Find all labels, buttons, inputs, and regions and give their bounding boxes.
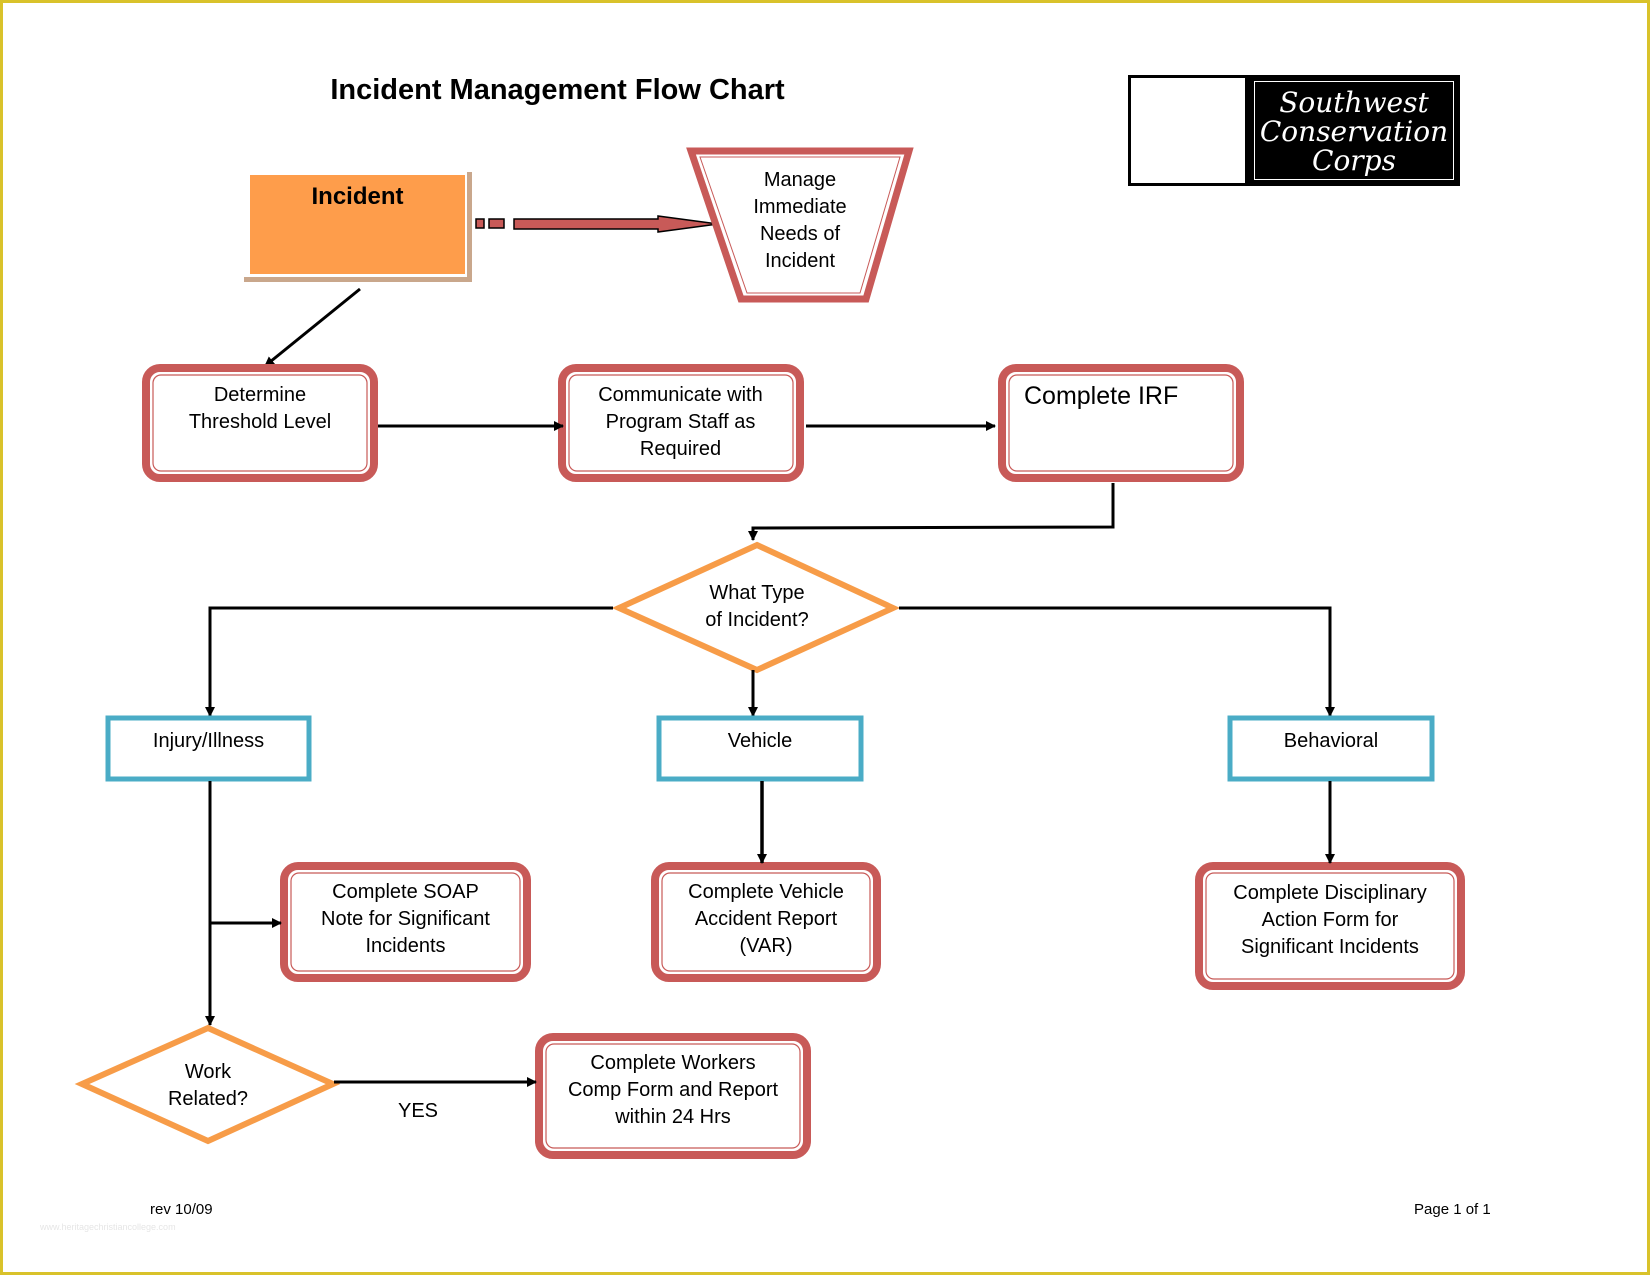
work-decision-label-line: Related?	[167, 1088, 249, 1110]
edge-type-behavioral	[899, 606, 1335, 717]
determine-label: Determine Threshold Level	[146, 382, 374, 436]
var-label-line: Accident Report	[694, 908, 838, 930]
logo-line: Southwest	[1279, 86, 1429, 119]
injury-label: Injury/Illness	[152, 730, 265, 752]
type-decision-label-line: What Type	[709, 582, 805, 604]
soap-label-line: Incidents	[365, 935, 446, 957]
behavioral-label: Behavioral	[1283, 730, 1379, 752]
disciplinary-label-line: Significant Incidents	[1241, 936, 1419, 958]
disciplinary-label: Complete Disciplinary Action Form for Si…	[1199, 880, 1461, 961]
celtic-shield-icon	[1128, 75, 1248, 186]
communicate-label: Communicate with Program Staff as Requir…	[562, 382, 799, 463]
type-decision-label-line: of Incident?	[705, 609, 809, 631]
disciplinary-label-line: Complete Disciplinary	[1233, 882, 1427, 904]
work-decision-label-line: Work	[184, 1061, 232, 1083]
vehicle-label: Vehicle	[727, 730, 793, 752]
edge-irf-type-decision	[748, 483, 1115, 541]
manage-label-line: Manage	[763, 169, 837, 191]
organization-logo: Southwest Conservation Corps	[1128, 75, 1460, 186]
edge-incident-manage	[475, 215, 719, 233]
edge-incident-determine	[264, 287, 361, 368]
var-label-line: Complete Vehicle	[688, 881, 844, 903]
edge-label-yes: YES	[397, 1100, 439, 1122]
work-decision-label: Work Related?	[138, 1059, 278, 1113]
workers-comp-label-line: within 24 Hrs	[615, 1106, 731, 1128]
workers-comp-label-line: Complete Workers	[590, 1052, 756, 1074]
manage-label: Manage Immediate Needs of Incident	[720, 167, 880, 275]
workers-comp-label: Complete Workers Comp Form and Report wi…	[539, 1050, 807, 1131]
logo-line: Corps	[1312, 144, 1396, 177]
var-label-line: (VAR)	[739, 935, 793, 957]
revision-note: rev 10/09	[150, 1201, 213, 1218]
logo-wordmark: Southwest Conservation Corps	[1248, 75, 1460, 186]
logo-line: Conservation	[1259, 115, 1449, 148]
soap-label-line: Complete SOAP	[332, 881, 479, 903]
soap-label-line: Note for Significant	[321, 908, 490, 930]
page-title: Incident Management Flow Chart	[330, 74, 785, 106]
watermark: www.heritagechristiancollege.com	[40, 1222, 176, 1232]
manage-label-line: Incident	[764, 250, 836, 272]
soap-label: Complete SOAP Note for Significant Incid…	[284, 879, 527, 960]
communicate-label-line: Required	[639, 438, 722, 460]
irf-label: Complete IRF	[1024, 382, 1179, 410]
var-label: Complete Vehicle Accident Report (VAR)	[655, 879, 877, 960]
manage-label-line: Needs of	[759, 223, 841, 245]
determine-label-line: Threshold Level	[188, 411, 332, 433]
incident-label: Incident	[311, 183, 404, 210]
disciplinary-label-line: Action Form for	[1261, 909, 1399, 931]
communicate-label-line: Program Staff as	[605, 411, 756, 433]
workers-comp-label-line: Comp Form and Report	[567, 1079, 779, 1101]
type-decision-label: What Type of Incident?	[677, 580, 837, 634]
determine-label-line: Determine	[213, 384, 307, 406]
page-number: Page 1 of 1	[1414, 1201, 1491, 1218]
manage-label-line: Immediate	[753, 196, 847, 218]
communicate-label-line: Communicate with	[598, 384, 763, 406]
edge-type-injury	[205, 606, 613, 717]
